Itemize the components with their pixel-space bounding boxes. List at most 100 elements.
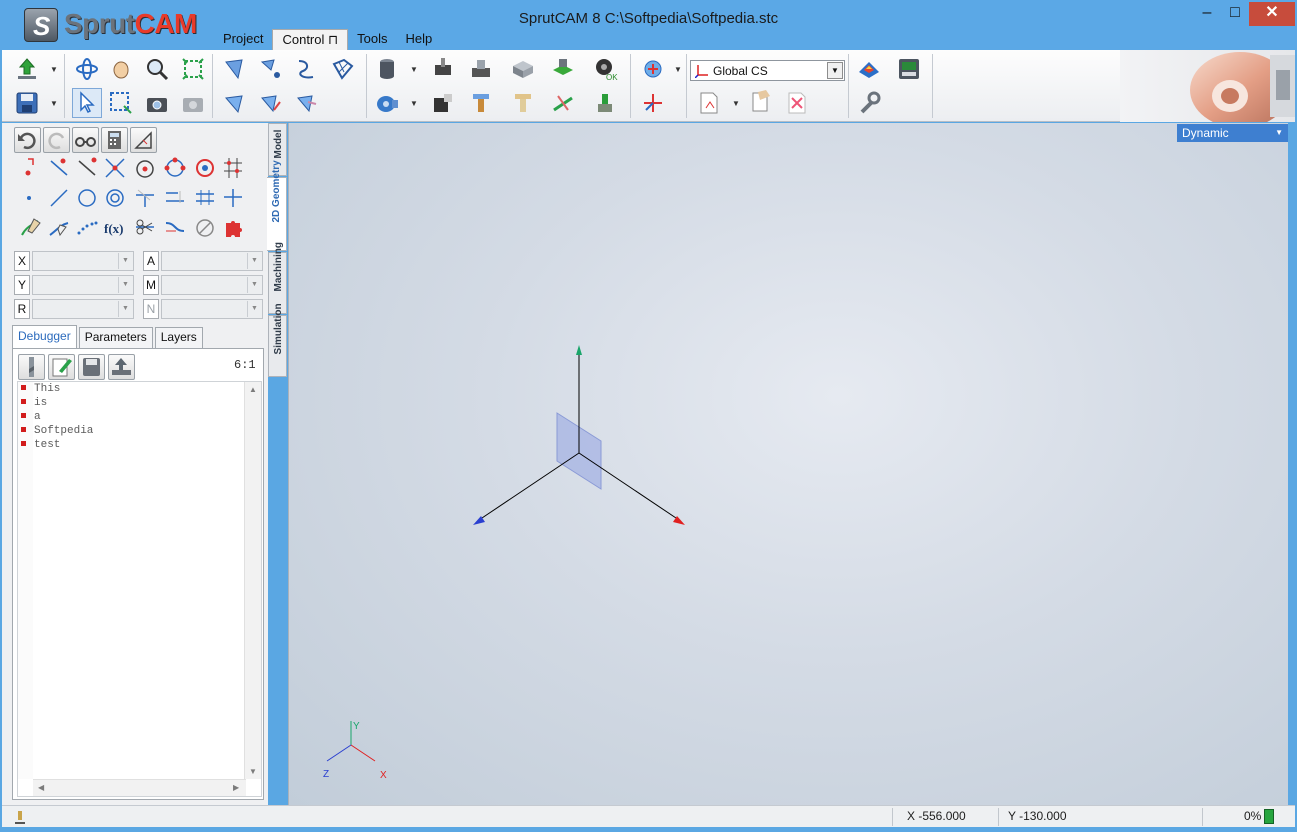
line-tool-icon[interactable] xyxy=(74,155,100,180)
scroll-up-icon[interactable]: ▲ xyxy=(249,385,257,394)
chevron-down-icon[interactable]: ▼ xyxy=(50,65,58,74)
open-project-icon[interactable] xyxy=(14,56,40,82)
coordinate-system-select[interactable]: Global CS ▼ xyxy=(690,60,845,81)
vertical-scrollbar[interactable]: ▲ ▼ xyxy=(244,382,261,779)
chevron-down-icon[interactable]: ▼ xyxy=(118,277,132,293)
trim-tool-icon[interactable] xyxy=(132,215,158,240)
chevron-down-icon[interactable]: ▼ xyxy=(118,253,132,269)
camera-icon[interactable] xyxy=(144,90,170,116)
operation-tool-5-icon[interactable] xyxy=(592,90,618,116)
surface-edit-alt-icon[interactable] xyxy=(294,90,320,116)
r-field-input[interactable] xyxy=(33,300,117,318)
maximize-button[interactable]: □ xyxy=(1220,2,1250,26)
settings-wrench-icon[interactable] xyxy=(856,90,882,116)
camera-disabled-icon[interactable] xyxy=(180,90,206,116)
tab-parameters[interactable]: Parameters xyxy=(78,327,153,348)
tab-layers[interactable]: Layers xyxy=(154,327,203,348)
chevron-down-icon[interactable]: ▼ xyxy=(827,62,843,79)
select-surface-icon[interactable] xyxy=(222,56,248,82)
cylinder-stock-icon[interactable] xyxy=(374,56,400,82)
function-curve-tool-icon[interactable]: f(x) xyxy=(102,215,128,240)
operation-tool-1-icon[interactable] xyxy=(430,90,456,116)
debug-tool-button[interactable] xyxy=(18,354,45,380)
n-field[interactable]: ▼ xyxy=(161,299,263,319)
arc-tool-icon[interactable] xyxy=(192,155,218,180)
sketch-tool-icon[interactable] xyxy=(18,215,44,240)
close-button[interactable]: ✕ xyxy=(1249,2,1295,26)
breakpoint-gutter[interactable] xyxy=(18,382,33,779)
scroll-right-icon[interactable]: ▶ xyxy=(233,783,239,792)
measure-button[interactable] xyxy=(130,127,157,153)
chevron-down-icon[interactable]: ▼ xyxy=(118,301,132,317)
coord-system-globe-icon[interactable] xyxy=(640,56,666,82)
machine-control-icon[interactable] xyxy=(896,56,922,82)
chevron-down-icon[interactable]: ▼ xyxy=(1275,128,1283,137)
breakpoint-marker[interactable] xyxy=(21,413,26,418)
machining-op-1-icon[interactable] xyxy=(430,56,456,82)
dot-tool-icon[interactable] xyxy=(18,185,44,210)
scroll-down-icon[interactable]: ▼ xyxy=(249,767,257,776)
document-axes-icon[interactable] xyxy=(696,90,722,116)
code-editor[interactable]: This is a Softpedia test ▲ ▼ ◀ ▶ xyxy=(17,381,262,797)
r-field[interactable]: ▼ xyxy=(32,299,134,319)
menu-control[interactable]: Control ⊓ xyxy=(272,29,349,50)
chevron-down-icon[interactable]: ▼ xyxy=(50,99,58,108)
debug-save-button[interactable] xyxy=(78,354,105,380)
breakpoint-marker[interactable] xyxy=(21,441,26,446)
view-mode-select[interactable]: Dynamic ▼ xyxy=(1177,124,1288,142)
delete-geometry-tool-icon[interactable] xyxy=(192,215,218,240)
offset-tool-icon[interactable] xyxy=(162,185,188,210)
a-field[interactable]: ▼ xyxy=(161,251,263,271)
undo-button[interactable] xyxy=(14,127,41,153)
chevron-down-icon[interactable]: ▼ xyxy=(247,253,261,269)
document-edit-icon[interactable] xyxy=(748,88,774,114)
operation-tool-3-icon[interactable] xyxy=(510,90,536,116)
breakpoint-marker[interactable] xyxy=(21,427,26,432)
puzzle-tool-icon[interactable] xyxy=(220,215,246,240)
machining-ok-icon[interactable]: OK xyxy=(592,56,618,82)
parallel-tool-icon[interactable] xyxy=(192,185,218,210)
menu-tools[interactable]: Tools xyxy=(348,29,396,50)
circle-center-tool-icon[interactable] xyxy=(132,155,158,180)
machining-op-2-icon[interactable] xyxy=(468,56,494,82)
turned-part-icon[interactable] xyxy=(374,90,400,116)
redo-button[interactable] xyxy=(43,127,70,153)
debug-edit-button[interactable] xyxy=(48,354,75,380)
tangent-tool-icon[interactable] xyxy=(132,185,158,210)
a-field-input[interactable] xyxy=(162,252,246,270)
fillet-tool-icon[interactable] xyxy=(162,215,188,240)
breakpoint-marker[interactable] xyxy=(21,385,26,390)
pan-hand-icon[interactable] xyxy=(108,56,134,82)
m-field-input[interactable] xyxy=(162,276,246,294)
machining-op-3-icon[interactable] xyxy=(510,56,536,82)
circle-points-tool-icon[interactable] xyxy=(162,155,188,180)
save-icon[interactable] xyxy=(14,90,40,116)
x-field-input[interactable] xyxy=(33,252,117,270)
3d-viewport[interactable]: Y Z X xyxy=(288,123,1288,805)
menu-help[interactable]: Help xyxy=(397,29,442,50)
simulation-icon[interactable] xyxy=(856,56,882,82)
debug-load-button[interactable] xyxy=(108,354,135,380)
select-point-icon[interactable] xyxy=(258,56,284,82)
rotate-view-icon[interactable] xyxy=(74,56,100,82)
intersection-tool-icon[interactable] xyxy=(102,155,128,180)
select-pointer-icon[interactable] xyxy=(72,88,102,118)
select-curve-icon[interactable] xyxy=(294,56,320,82)
origin-axes-icon[interactable] xyxy=(640,90,666,116)
calculator-button[interactable] xyxy=(101,127,128,153)
chevron-down-icon[interactable]: ▼ xyxy=(674,65,682,74)
chevron-down-icon[interactable]: ▼ xyxy=(732,99,740,108)
x-field[interactable]: ▼ xyxy=(32,251,134,271)
y-field[interactable]: ▼ xyxy=(32,275,134,295)
circle-tool-icon[interactable] xyxy=(74,185,100,210)
n-field-input[interactable] xyxy=(162,300,246,318)
line-point-tool-icon[interactable] xyxy=(46,155,72,180)
m-field[interactable]: ▼ xyxy=(161,275,263,295)
chevron-down-icon[interactable]: ▼ xyxy=(247,277,261,293)
chevron-down-icon[interactable]: ▼ xyxy=(410,99,418,108)
surface-pen-icon[interactable] xyxy=(258,90,284,116)
zoom-icon[interactable] xyxy=(144,56,170,82)
tab-simulation[interactable]: Simulation xyxy=(268,303,287,377)
grid-points-tool-icon[interactable] xyxy=(220,155,246,180)
operation-tool-2-icon[interactable] xyxy=(468,90,494,116)
